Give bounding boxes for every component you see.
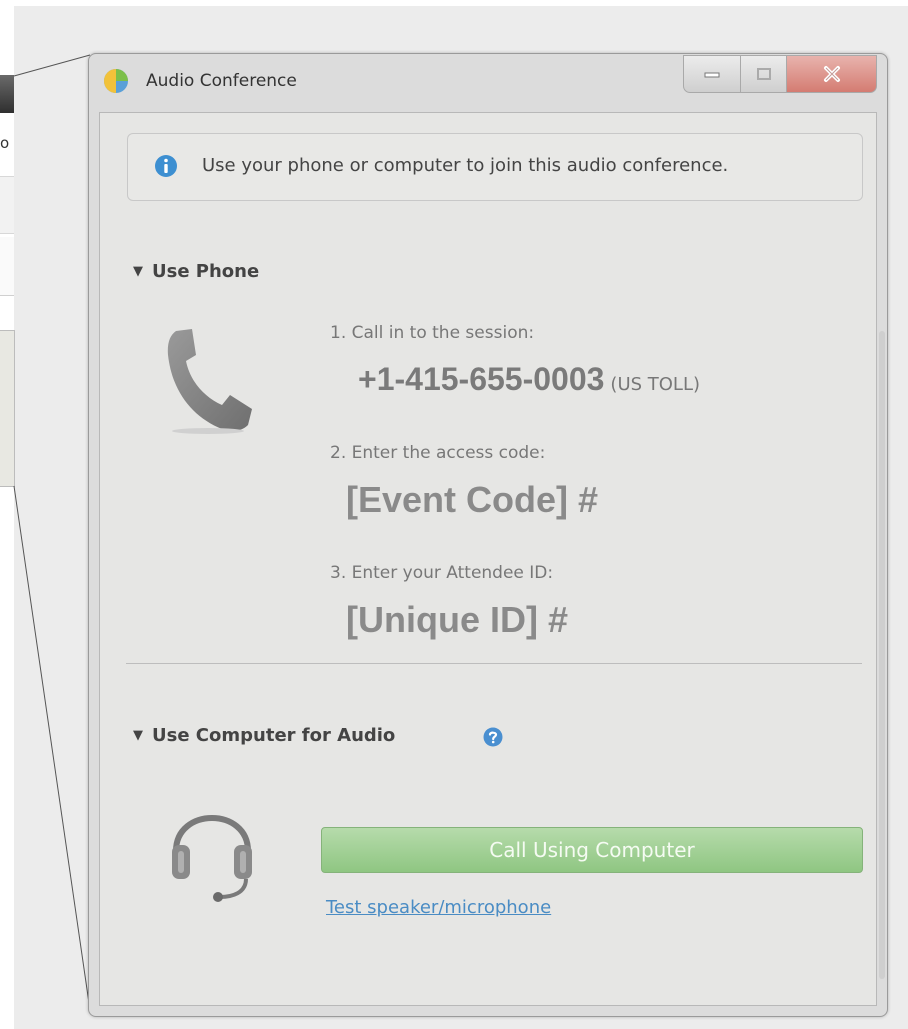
call-using-computer-button[interactable]: Call Using Computer bbox=[321, 827, 863, 873]
minimize-button[interactable] bbox=[683, 55, 741, 93]
scrollbar-thumb[interactable] bbox=[879, 331, 885, 979]
background-panel bbox=[0, 330, 15, 487]
section-divider bbox=[126, 663, 862, 664]
info-text: Use your phone or computer to join this … bbox=[202, 155, 729, 176]
use-computer-header: Use Computer for Audio bbox=[152, 725, 396, 746]
phone-icon bbox=[167, 329, 252, 434]
help-icon[interactable] bbox=[483, 727, 503, 747]
window-title: Audio Conference bbox=[146, 71, 297, 91]
expanded-caret-icon: ▼ bbox=[133, 264, 143, 279]
attendee-id: [Unique ID] # bbox=[346, 599, 568, 640]
background-text: o bbox=[0, 134, 10, 152]
audio-conference-dialog: Audio Conference Use your phone or compu… bbox=[88, 53, 888, 1017]
info-banner: Use your phone or computer to join this … bbox=[127, 133, 863, 201]
background-row bbox=[0, 176, 14, 234]
dialog-content: Use your phone or computer to join this … bbox=[99, 112, 885, 1006]
step-2-label: 2. Enter the access code: bbox=[330, 443, 546, 463]
info-icon bbox=[155, 155, 177, 177]
phone-number: +1-415-655-0003 bbox=[358, 361, 605, 397]
close-icon bbox=[823, 66, 840, 82]
scrollbar[interactable] bbox=[878, 113, 886, 987]
background-window-titlebar bbox=[0, 75, 14, 113]
close-button[interactable] bbox=[787, 55, 877, 93]
title-bar[interactable]: Audio Conference bbox=[89, 54, 887, 112]
phone-number-note: (US TOLL) bbox=[610, 374, 701, 395]
maximize-button[interactable] bbox=[741, 55, 787, 93]
phone-number-line: +1-415-655-0003 (US TOLL) bbox=[358, 361, 700, 398]
maximize-icon bbox=[756, 68, 771, 80]
test-speaker-microphone-link[interactable]: Test speaker/microphone bbox=[326, 897, 551, 918]
app-globe-icon bbox=[104, 69, 128, 93]
access-code: [Event Code] # bbox=[346, 479, 599, 520]
expanded-caret-icon: ▼ bbox=[133, 728, 143, 743]
headset-icon bbox=[172, 815, 252, 902]
use-phone-header: Use Phone bbox=[152, 261, 260, 282]
minimize-icon bbox=[704, 72, 720, 78]
step-3-label: 3. Enter your Attendee ID: bbox=[330, 563, 554, 583]
background-row bbox=[0, 237, 14, 296]
use-phone-section-toggle[interactable]: ▼ Use Phone bbox=[133, 261, 259, 282]
use-computer-section-toggle[interactable]: ▼ Use Computer for Audio bbox=[133, 725, 395, 746]
step-1-label: 1. Call in to the session: bbox=[330, 323, 535, 343]
window-controls bbox=[683, 55, 877, 95]
